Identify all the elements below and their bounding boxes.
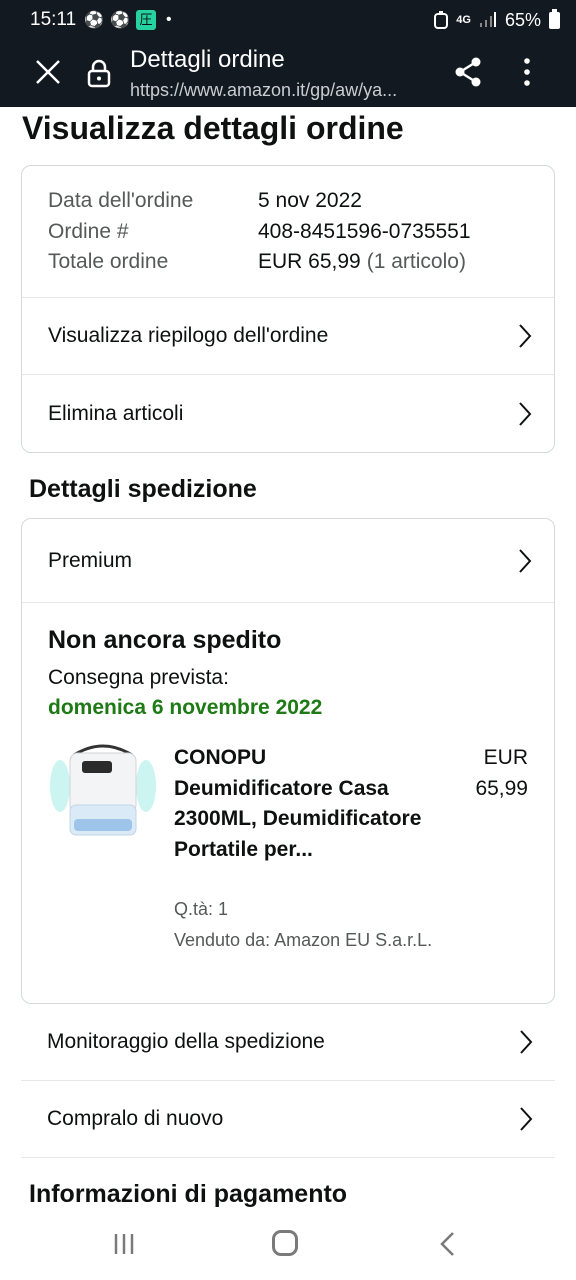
delivery-date: domenica 6 novembre 2022 [48,696,323,719]
alarm-icon [434,11,449,29]
status-time: 15:11 [30,9,77,30]
order-date-label: Data dell'ordine [48,189,194,213]
more-options-icon[interactable] [517,56,537,88]
order-total-row: Totale ordine EUR 65,99 (1 articolo) [48,247,528,278]
browser-bar: Dettagli ordine https://www.amazon.it/gp… [0,40,576,107]
product-quantity: Q.tà: 1 [174,899,229,919]
product-image[interactable] [48,741,158,846]
order-total-value: EUR 65,99 [258,250,361,274]
shipping-status: Non ancora spedito [48,626,282,654]
chevron-right-icon [520,1030,533,1054]
payment-section-title: Informazioni di pagamento [29,1180,348,1208]
track-shipment-link[interactable]: Monitoraggio della spedizione [21,1004,555,1081]
soccer-ball-icon: ⚽ [84,12,105,29]
order-total-label: Totale ordine [48,250,169,274]
status-bar: 15:11 ⚽ ⚽ 圧 • 4G 65% [0,0,576,40]
chevron-right-icon [519,401,532,426]
order-item-count: (1 articolo) [366,250,466,274]
order-number-row: Ordine # 408-8451596-0735551 [48,217,528,248]
close-icon[interactable] [32,56,64,88]
delete-items-link[interactable]: Elimina articoli [22,375,554,452]
shipping-section-title: Dettagli spedizione [29,475,257,503]
system-nav-bar [0,1208,576,1280]
product-name-link[interactable]: CONOPU Deumidificatore Casa 2300ML, Deum… [174,743,424,865]
delete-items-label: Elimina articoli [48,401,184,425]
back-icon[interactable] [438,1230,456,1258]
battery-percent: 65% [504,9,541,30]
order-card: Data dell'ordine 5 nov 2022 Ordine # 408… [21,165,555,453]
product-price: EUR 65,99 [475,746,528,800]
track-shipment-label: Monitoraggio della spedizione [47,1030,325,1053]
shipping-card: Premium Non ancora spedito Consegna prev… [21,518,555,1004]
home-icon[interactable] [272,1230,298,1256]
buy-again-link[interactable]: Compralo di nuovo [21,1081,555,1158]
dot-icon: • [165,11,172,28]
soccer-ball-icon: ⚽ [110,12,130,29]
order-date-row: Data dell'ordine 5 nov 2022 [48,186,528,217]
view-order-summary-label: Visualizza riepilogo dell'ordine [48,324,329,347]
browser-title: Dettagli ordine [130,46,285,73]
order-info: Data dell'ordine 5 nov 2022 Ordine # 408… [22,166,554,298]
product-seller: Venduto da: Amazon EU S.a.r.L. [174,930,433,950]
browser-url[interactable]: https://www.amazon.it/gp/aw/ya... [130,80,435,101]
order-number-value: 408-8451596-0735551 [258,219,471,243]
buy-again-label: Compralo di nuovo [47,1107,224,1130]
order-date-value: 5 nov 2022 [258,189,362,213]
chevron-right-icon [520,1107,533,1131]
app-icon: 圧 [135,10,156,30]
network-icon: 4G [456,14,471,26]
lock-icon[interactable] [86,58,112,88]
delivery-label: Consegna prevista: [48,666,229,689]
recent-apps-icon[interactable] [112,1232,136,1256]
share-icon[interactable] [452,56,484,88]
chevron-right-icon [519,548,532,573]
signal-icon [479,12,496,27]
shipping-method-link[interactable]: Premium [22,519,554,603]
order-number-label: Ordine # [48,219,129,243]
shipping-method-label: Premium [48,548,133,572]
battery-icon [549,8,560,29]
chevron-right-icon [519,324,532,348]
view-order-summary-link[interactable]: Visualizza riepilogo dell'ordine [22,298,554,375]
page-title: Visualizza dettagli ordine [22,110,404,146]
